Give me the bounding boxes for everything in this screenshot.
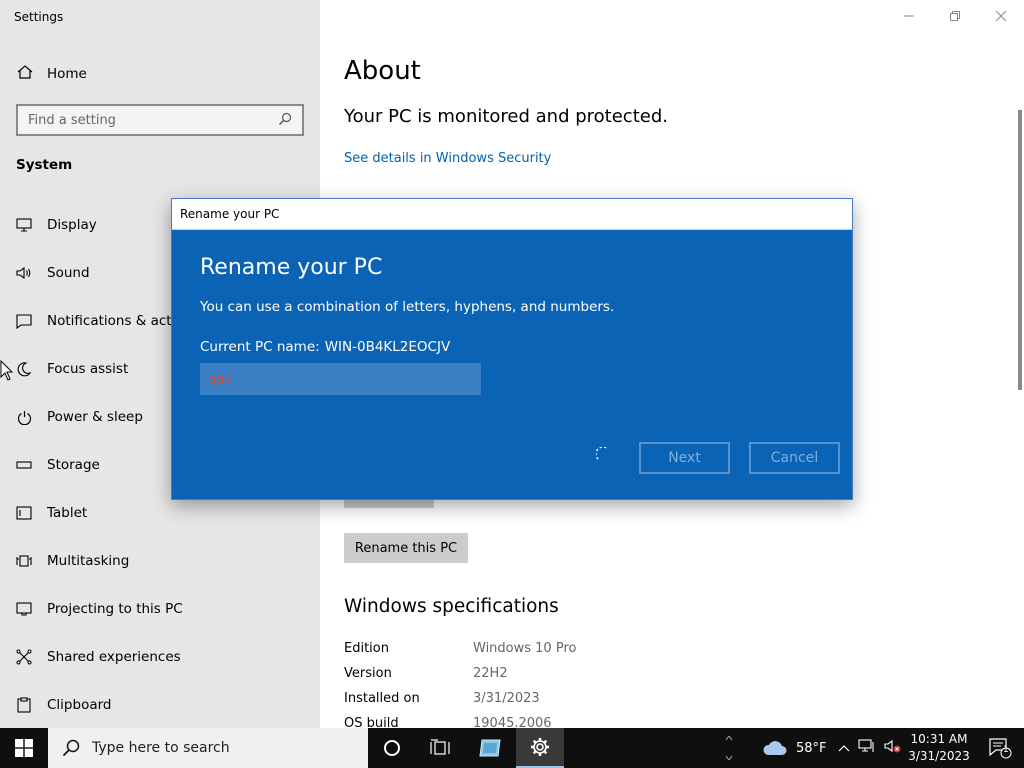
windows-specifications-title: Windows specifications bbox=[344, 596, 559, 617]
spec-value: Windows 10 Pro bbox=[473, 641, 577, 656]
search-icon bbox=[62, 739, 80, 757]
sidebar-item-label: Clipboard bbox=[47, 697, 112, 713]
taskbar-app-window[interactable] bbox=[466, 728, 514, 768]
spec-row-version: Version 22H2 bbox=[344, 666, 508, 686]
taskbar: 58°F 10:31 AM 3/31/2023 1 bbox=[0, 728, 1024, 768]
page-title: About bbox=[344, 56, 421, 86]
spec-key: Edition bbox=[344, 641, 389, 656]
start-button[interactable] bbox=[0, 728, 48, 768]
weather-temperature: 58°F bbox=[796, 740, 827, 756]
current-pc-name-value: WIN-0B4KL2EOCJV bbox=[324, 339, 451, 355]
close-icon bbox=[996, 11, 1006, 21]
windows-logo-icon bbox=[15, 739, 33, 757]
drive-icon bbox=[16, 457, 32, 473]
sidebar-item-multitasking[interactable]: Multitasking bbox=[0, 537, 320, 585]
gear-icon bbox=[531, 738, 549, 756]
spec-key: Installed on bbox=[344, 691, 420, 706]
nav-home-label: Home bbox=[47, 66, 87, 82]
search-icon[interactable] bbox=[278, 111, 292, 130]
sidebar-item-label: Sound bbox=[47, 265, 90, 281]
spec-key: Version bbox=[344, 666, 392, 681]
cortana-button[interactable] bbox=[368, 728, 416, 768]
new-pc-name-input[interactable] bbox=[200, 363, 481, 395]
action-center-button[interactable]: 1 bbox=[980, 728, 1020, 768]
chevron-up-icon[interactable] bbox=[838, 741, 850, 756]
cancel-button[interactable]: Cancel bbox=[749, 442, 840, 474]
taskbar-search-input[interactable] bbox=[92, 740, 352, 756]
cloud-icon bbox=[763, 741, 787, 755]
sidebar-item-projecting[interactable]: Projecting to this PC bbox=[0, 585, 320, 633]
nav-section-system: System bbox=[16, 157, 73, 173]
taskbar-settings-app[interactable] bbox=[516, 728, 564, 768]
share-icon bbox=[16, 649, 32, 665]
content-scrollbar[interactable] bbox=[1018, 110, 1022, 390]
protection-status: Your PC is monitored and protected. bbox=[344, 106, 668, 127]
spec-value: 3/31/2023 bbox=[473, 691, 540, 706]
task-view-icon bbox=[430, 739, 450, 755]
sidebar-item-label: Shared experiences bbox=[47, 649, 181, 665]
rename-pc-dialog: Rename your PC Rename your PC You can us… bbox=[171, 198, 853, 500]
tray-separator bbox=[724, 728, 734, 768]
notification-count: 1 bbox=[1003, 745, 1009, 755]
spec-row-edition: Edition Windows 10 Pro bbox=[344, 641, 576, 661]
network-icon[interactable] bbox=[858, 739, 876, 757]
sidebar-item-label: Projecting to this PC bbox=[47, 601, 183, 617]
clock-time: 10:31 AM bbox=[910, 732, 968, 746]
sidebar-item-shared-experiences[interactable]: Shared experiences bbox=[0, 633, 320, 681]
spec-value: 19045.2006 bbox=[473, 716, 552, 728]
sidebar-item-label: Focus assist bbox=[47, 361, 129, 377]
maximize-button[interactable] bbox=[932, 0, 978, 32]
find-setting-input[interactable] bbox=[28, 112, 268, 128]
sidebar-item-label: Tablet bbox=[47, 505, 88, 521]
sidebar-item-label: Multitasking bbox=[47, 553, 130, 569]
window-controls bbox=[886, 0, 1024, 32]
nav-home[interactable]: Home bbox=[16, 64, 87, 84]
spec-row-os-build: OS build 19045.2006 bbox=[344, 716, 552, 728]
rename-pc-button[interactable]: Rename this PC bbox=[344, 533, 468, 563]
taskbar-clock[interactable]: 10:31 AM 3/31/2023 bbox=[904, 731, 974, 765]
taskbar-search[interactable] bbox=[48, 728, 368, 768]
dialog-description: You can use a combination of letters, hy… bbox=[200, 299, 615, 315]
cortana-circle-icon bbox=[384, 740, 400, 756]
speaker-icon bbox=[16, 265, 32, 281]
app-title: Settings bbox=[14, 10, 64, 24]
app-window-icon bbox=[479, 739, 501, 757]
spec-row-installed-on: Installed on 3/31/2023 bbox=[344, 691, 540, 711]
windows-security-link[interactable]: See details in Windows Security bbox=[344, 151, 551, 166]
sidebar-item-label: Storage bbox=[47, 457, 100, 473]
spec-key: OS build bbox=[344, 716, 399, 728]
power-icon bbox=[16, 409, 32, 425]
projector-icon bbox=[16, 601, 32, 617]
weather-widget[interactable]: 58°F bbox=[762, 728, 827, 768]
close-button[interactable] bbox=[978, 0, 1024, 32]
current-pc-name: Current PC name: WIN-0B4KL2EOCJV bbox=[200, 339, 450, 355]
next-button[interactable]: Next bbox=[639, 442, 730, 474]
sidebar-item-label: Display bbox=[47, 217, 97, 233]
system-tray-icons bbox=[838, 728, 902, 768]
loading-spinner-icon bbox=[595, 446, 612, 467]
mouse-cursor-icon bbox=[0, 359, 14, 386]
volume-muted-icon[interactable] bbox=[884, 739, 902, 757]
multitask-icon bbox=[16, 553, 32, 569]
dialog-heading: Rename your PC bbox=[200, 255, 383, 280]
tablet-icon bbox=[16, 505, 32, 521]
current-pc-name-label: Current PC name: bbox=[200, 339, 320, 355]
find-setting-box[interactable] bbox=[16, 104, 304, 136]
message-icon bbox=[16, 313, 32, 329]
dialog-titlebar: Rename your PC bbox=[172, 199, 852, 230]
sidebar-item-clipboard[interactable]: Clipboard bbox=[0, 681, 320, 729]
monitor-icon bbox=[16, 217, 32, 233]
minimize-button[interactable] bbox=[886, 0, 932, 32]
moon-icon bbox=[16, 361, 32, 377]
spec-value: 22H2 bbox=[473, 666, 508, 681]
minimize-icon bbox=[904, 15, 914, 17]
home-icon bbox=[16, 64, 34, 84]
clipboard-icon bbox=[16, 697, 32, 713]
task-view-button[interactable] bbox=[416, 728, 464, 768]
clock-date: 3/31/2023 bbox=[908, 749, 970, 763]
restore-icon bbox=[950, 11, 960, 21]
sidebar-item-label: Power & sleep bbox=[47, 409, 143, 425]
